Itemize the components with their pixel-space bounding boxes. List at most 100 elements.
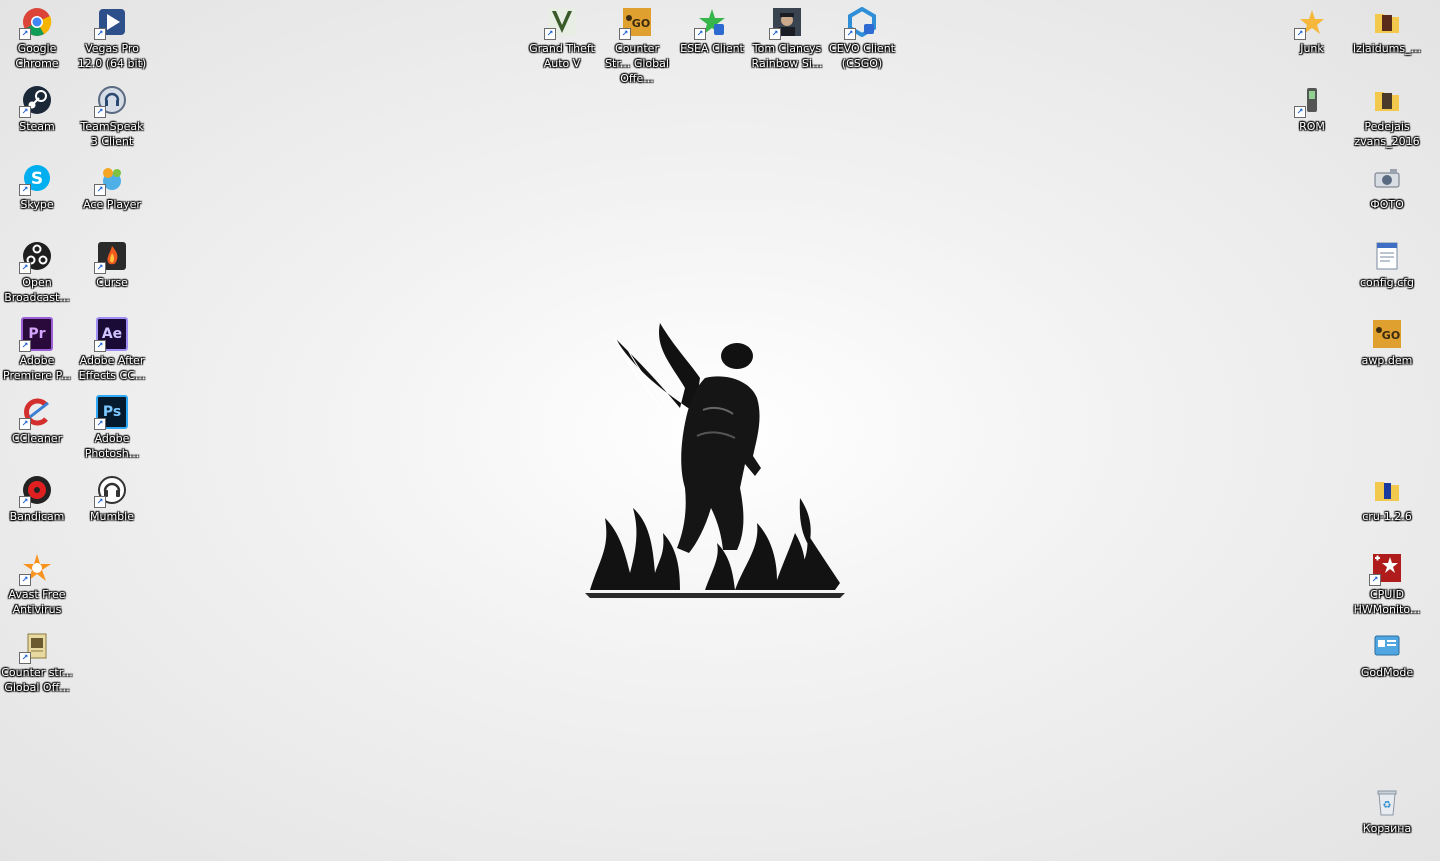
pedejais-icon	[1371, 84, 1403, 116]
teamspeak-icon: ↗	[94, 84, 128, 118]
desktop-icon-rom[interactable]: ↗ ROM	[1275, 78, 1349, 134]
config-file-icon	[1371, 240, 1403, 272]
desktop-icon-cevo[interactable]: ↗ CEVO Client (CSGO)	[825, 0, 899, 71]
icon-label: Avast Free Antivirus	[8, 588, 66, 616]
desktop-icon-google-chrome[interactable]: ↗ Google Chrome	[0, 0, 74, 71]
svg-text:GO: GO	[1382, 329, 1400, 342]
icon-label: Curse	[96, 276, 128, 289]
svg-text:GO: GO	[632, 17, 650, 30]
icon-label: GodMode	[1360, 666, 1414, 679]
svg-text:S: S	[31, 169, 43, 189]
junk-icon: ↗	[1294, 6, 1328, 40]
icon-label: Open Broadcast...	[4, 276, 70, 304]
curse-icon: ↗	[94, 240, 128, 274]
desktop-icon-recycle-bin[interactable]: ♻ Корзина	[1350, 780, 1424, 836]
icon-label: Mumble	[90, 510, 134, 523]
desktop-icon-junk[interactable]: ↗ Junk	[1275, 0, 1349, 56]
desktop-icon-curse[interactable]: ↗ Curse	[75, 234, 149, 290]
icon-label: TeamSpeak 3 Client	[80, 120, 144, 148]
desktop-icon-ace-player[interactable]: ↗ Ace Player	[75, 156, 149, 212]
avast-icon: ↗	[19, 552, 53, 586]
desktop-icon-vegas[interactable]: ↗ Vegas Pro 12.0 (64 bit)	[75, 0, 149, 71]
icon-label: Grand Theft Auto V	[529, 42, 595, 70]
icon-label: Bandicam	[9, 510, 65, 523]
desktop-icon-bandicam[interactable]: ↗ Bandicam	[0, 468, 74, 524]
godmode-icon	[1371, 630, 1403, 662]
svg-text:♻: ♻	[1383, 800, 1392, 811]
desktop-icon-godmode[interactable]: GodMode	[1350, 624, 1424, 680]
icon-label: ROM	[1299, 120, 1325, 133]
icon-label: Adobe Photosh...	[84, 432, 140, 460]
desktop-icon-teamspeak[interactable]: ↗ TeamSpeak 3 Client	[75, 78, 149, 149]
izlaidums-icon	[1371, 6, 1403, 38]
after-effects-icon: Ae ↗	[94, 317, 128, 352]
icon-label: CPUID HWMonito...	[1353, 588, 1421, 616]
desktop-icon-esea[interactable]: ↗ ESEA Client	[675, 0, 749, 56]
gta-icon: ↗	[544, 6, 578, 40]
icon-label: Counter str... Global Off...	[1, 666, 73, 694]
desktop-icon-gta-v[interactable]: ↗ Grand Theft Auto V	[525, 0, 599, 71]
icon-label: ESEA Client	[680, 42, 744, 55]
desktop-icon-premiere[interactable]: Pr ↗ Adobe Premiere P...	[0, 312, 74, 383]
desktop-icon-awp-dem[interactable]: GO awp.dem	[1350, 312, 1424, 368]
icon-label: Junk	[1300, 42, 1324, 55]
icon-label: ФОТО	[1370, 198, 1404, 211]
steam-icon: ↗	[19, 84, 53, 118]
icon-label: Steam	[19, 120, 55, 133]
mumble-icon: ↗	[94, 474, 128, 508]
icon-label: Adobe After Effects CC...	[78, 354, 146, 382]
desktop-icon-steam[interactable]: ↗ Steam	[0, 78, 74, 134]
desktop-icon-after-effects[interactable]: Ae ↗ Adobe After Effects CC...	[75, 312, 149, 383]
icon-label: Vegas Pro 12.0 (64 bit)	[77, 42, 147, 70]
desktop-icon-ccleaner[interactable]: ↗ CCleaner	[0, 390, 74, 446]
csgo-folder-icon: ↗	[19, 630, 53, 664]
desktop-icon-skype[interactable]: S ↗ Skype	[0, 156, 74, 212]
obs-icon: ↗	[19, 240, 53, 274]
icon-label: Google Chrome	[15, 42, 59, 70]
cru-icon	[1371, 474, 1403, 506]
recycle-bin-icon: ♻	[1371, 786, 1403, 818]
icon-label: Izlaidums_...	[1352, 42, 1422, 55]
desktop-icon-photoshop[interactable]: Ps ↗ Adobe Photosh...	[75, 390, 149, 461]
icon-label: Корзина	[1362, 822, 1412, 835]
desktop-icon-cru[interactable]: cru-1.2.6	[1350, 468, 1424, 524]
wallpaper-angel-silhouette	[585, 323, 845, 598]
desktop-icon-photo-folder[interactable]: ФОТО	[1350, 156, 1424, 212]
ccleaner-icon: ↗	[19, 396, 53, 430]
icon-label: Pedejais zvans_2016	[1354, 120, 1420, 148]
chrome-icon: ↗	[19, 6, 53, 40]
desktop-icon-csgo[interactable]: GO ↗ Counter Str... Global Offe...	[600, 0, 674, 86]
icon-label: awp.dem	[1361, 354, 1413, 367]
icon-label: Tom Clancys Rainbow Si...	[751, 42, 823, 70]
desktop-icon-obs[interactable]: ↗ Open Broadcast...	[0, 234, 74, 305]
awp-dem-icon: GO	[1371, 318, 1403, 350]
csgo-icon: GO ↗	[619, 6, 653, 40]
bandicam-icon: ↗	[19, 474, 53, 508]
icon-label: CCleaner	[11, 432, 63, 445]
desktop-icon-avast[interactable]: ↗ Avast Free Antivirus	[0, 546, 74, 617]
desktop-icon-csgo-folder[interactable]: ↗ Counter str... Global Off...	[0, 624, 74, 695]
desktop-icon-pedejais[interactable]: Pedejais zvans_2016	[1350, 78, 1424, 149]
desktop-icon-hwmonitor[interactable]: ↗ CPUID HWMonito...	[1350, 546, 1424, 617]
ace-player-icon: ↗	[94, 162, 128, 196]
desktop-icon-izlaidums[interactable]: Izlaidums_...	[1350, 0, 1424, 56]
icon-label: cru-1.2.6	[1362, 510, 1412, 523]
vegas-icon: ↗	[94, 6, 128, 40]
icon-label: Counter Str... Global Offe...	[605, 42, 669, 85]
desktop-icon-mumble[interactable]: ↗ Mumble	[75, 468, 149, 524]
icon-label: Adobe Premiere P...	[3, 354, 71, 382]
skype-icon: S ↗	[19, 162, 53, 196]
esea-icon: ↗	[694, 6, 728, 40]
icon-label: CEVO Client (CSGO)	[829, 42, 895, 70]
cevo-icon: ↗	[844, 6, 878, 40]
photoshop-icon: Ps ↗	[94, 395, 128, 430]
hwmonitor-icon: ↗	[1369, 552, 1403, 586]
icon-label: Skype	[20, 198, 54, 211]
photo-folder-icon	[1371, 162, 1403, 194]
icon-label: config.cfg	[1359, 276, 1415, 289]
rainbow-six-icon: ↗	[769, 6, 803, 40]
desktop-icon-config-cfg[interactable]: config.cfg	[1350, 234, 1424, 290]
premiere-icon: Pr ↗	[19, 317, 53, 352]
desktop-icon-rainbow-six[interactable]: ↗ Tom Clancys Rainbow Si...	[750, 0, 824, 71]
icon-label: Ace Player	[83, 198, 141, 211]
